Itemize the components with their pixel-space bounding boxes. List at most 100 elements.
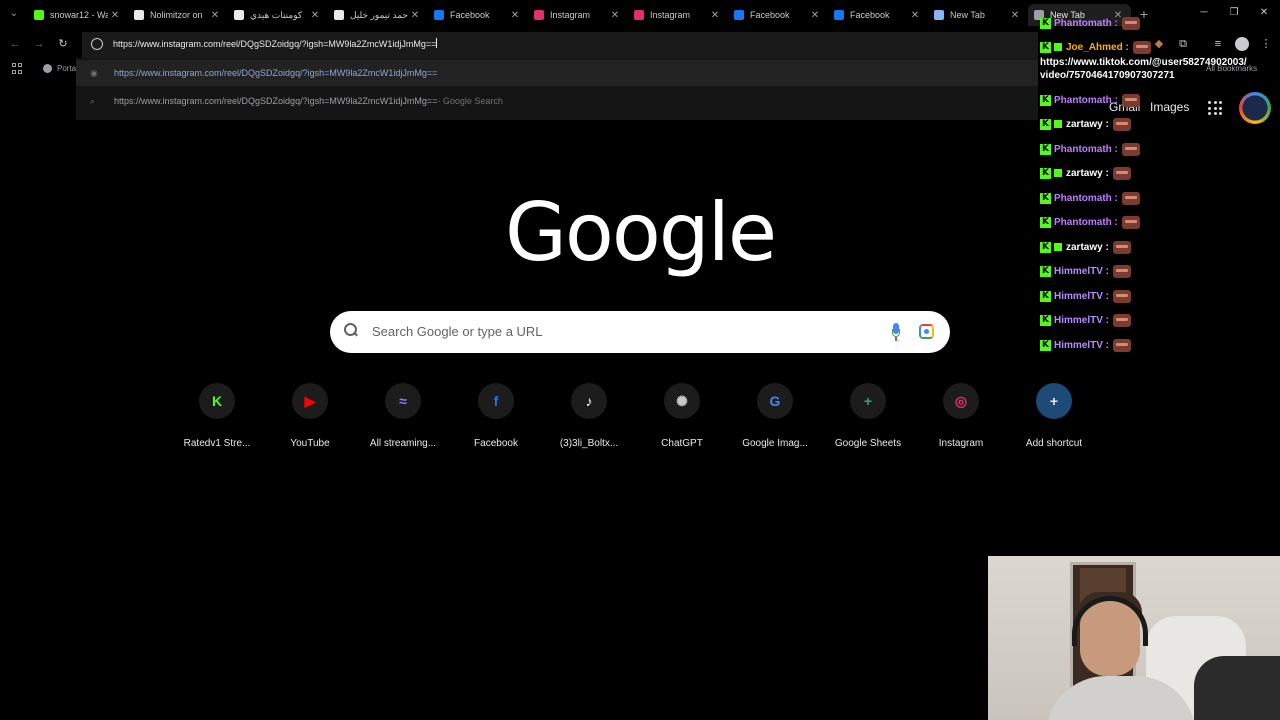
shortcut-tile[interactable]: K Ratedv1 Stre... — [170, 380, 264, 460]
chat-username: HimmelTV : — [1054, 314, 1110, 326]
tab-close-icon[interactable]: ✕ — [208, 10, 222, 21]
shortcut-tile[interactable]: ◎ Instagram — [914, 380, 1008, 460]
tab-9[interactable]: Facebook ✕ — [828, 4, 928, 26]
shortcut-favicon-icon: ≈ — [385, 383, 421, 419]
tab-8[interactable]: Facebook ✕ — [728, 4, 828, 26]
tab-7[interactable]: Instagram ✕ — [628, 4, 728, 26]
chat-username: HimmelTV : — [1054, 290, 1110, 302]
tab-favicon-icon — [334, 10, 344, 20]
tiktok-link-overlay: https://www.tiktok.com/@user58274902003/… — [1040, 56, 1247, 82]
account-avatar[interactable] — [1239, 92, 1271, 124]
tab-3[interactable]: كومنتات هيدي ✕ — [228, 4, 328, 26]
chat-badge-icon — [1054, 120, 1062, 128]
media-controls-icon[interactable]: ≡ — [1211, 37, 1225, 51]
tiktok-link-line-2: video/7570464170907307271 — [1040, 70, 1175, 81]
tab-title: Instagram — [550, 10, 591, 20]
tab-favicon-icon — [134, 10, 144, 20]
shortcut-tile[interactable]: + Google Sheets — [821, 380, 915, 460]
chat-message: K HimmelTV : — [1040, 336, 1132, 354]
chat-emote-icon — [1112, 240, 1131, 254]
chat-message: K Phantomath : — [1040, 213, 1140, 231]
tab-close-icon[interactable]: ✕ — [308, 10, 322, 21]
shortcut-tile[interactable]: + Add shortcut — [1007, 380, 1101, 460]
chat-username: Joe_Ahmed : — [1066, 41, 1129, 53]
chat-emote-icon — [1113, 313, 1132, 327]
chat-message: K HimmelTV : — [1040, 311, 1132, 329]
chat-emote-icon — [1112, 166, 1131, 180]
chat-username: HimmelTV : — [1054, 339, 1110, 351]
shortcut-tile[interactable]: f Facebook — [449, 380, 543, 460]
omnibox-dropdown: ◉ https://www.instagram.com/reel/DQgSDZo… — [76, 58, 1038, 120]
chat-message: K Phantomath : — [1040, 91, 1140, 109]
shortcut-tile[interactable]: ▶ YouTube — [263, 380, 357, 460]
tab-title: Facebook — [750, 10, 790, 20]
shortcut-label: (3)3li_Boltx... — [559, 438, 619, 449]
tab-1[interactable]: snowar12 - Wa ✕ — [28, 4, 128, 26]
address-bar-text[interactable]: https://www.instagram.com/reel/DQgSDZoid… — [113, 38, 438, 49]
tab-close-icon[interactable]: ✕ — [1008, 10, 1022, 21]
site-info-icon[interactable] — [91, 38, 103, 50]
chat-emote-icon — [1132, 40, 1151, 54]
tab-5[interactable]: Facebook ✕ — [428, 4, 528, 26]
google-lens-icon[interactable] — [919, 324, 934, 339]
google-apps-icon[interactable] — [1208, 101, 1222, 115]
reload-button[interactable]: ↻ — [56, 37, 70, 51]
ntp-search-box[interactable]: Search Google or type a URL — [330, 311, 950, 353]
menu-kebab-icon[interactable]: ⋮ — [1259, 37, 1273, 51]
chat-username: Phantomath : — [1054, 216, 1118, 228]
address-bar[interactable]: https://www.instagram.com/reel/DQgSDZoid… — [82, 32, 1038, 58]
tab-search-chevron-icon[interactable]: ⌄ — [6, 6, 22, 22]
tab-2[interactable]: Nolimitzor on ✕ — [128, 4, 228, 26]
chat-emote-icon — [1121, 142, 1140, 156]
shortcut-tile[interactable]: ♪ (3)3li_Boltx... — [542, 380, 636, 460]
tab-close-icon[interactable]: ✕ — [408, 10, 422, 21]
chat-username: HimmelTV : — [1054, 265, 1110, 277]
back-button[interactable]: ← — [8, 37, 22, 51]
suggestion-url-text: https://www.instagram.com/reel/DQgSDZoid… — [114, 68, 438, 78]
tab-close-icon[interactable]: ✕ — [508, 10, 522, 21]
chat-message: K Joe_Ahmed : — [1040, 38, 1151, 56]
suggestion-url[interactable]: ◉ https://www.instagram.com/reel/DQgSDZo… — [76, 60, 1038, 86]
kick-logo-icon: K — [1040, 17, 1051, 29]
chat-message: K Phantomath : — [1040, 140, 1140, 158]
chat-emote-icon — [1113, 264, 1132, 278]
kick-logo-icon: K — [1040, 143, 1051, 155]
chat-message: K Phantomath : — [1040, 189, 1140, 207]
shortcut-favicon-icon: ▶ — [292, 383, 328, 419]
tab-close-icon[interactable]: ✕ — [808, 10, 822, 21]
tab-close-icon[interactable]: ✕ — [708, 10, 722, 21]
tab-10[interactable]: New Tab ✕ — [928, 4, 1028, 26]
tab-title: Facebook — [450, 10, 490, 20]
profile-avatar-icon[interactable] — [1235, 37, 1249, 51]
restore-icon[interactable]: ❐ — [1227, 7, 1241, 18]
tab-close-icon[interactable]: ✕ — [608, 10, 622, 21]
microphone-icon[interactable] — [892, 323, 900, 341]
images-link[interactable]: Images — [1150, 100, 1189, 114]
shortcut-tile[interactable]: ≈ All streaming... — [356, 380, 450, 460]
shortcut-tile[interactable]: G Google Imag... — [728, 380, 822, 460]
tab-title: Facebook — [850, 10, 890, 20]
tab-close-icon[interactable]: ✕ — [108, 10, 122, 21]
shortcut-tile[interactable]: ✺ ChatGPT — [635, 380, 729, 460]
tab-close-icon[interactable]: ✕ — [908, 10, 922, 21]
tab-favicon-icon — [34, 10, 44, 20]
extension-icon[interactable]: ◆ — [1152, 37, 1166, 51]
chat-badge-icon — [1054, 43, 1062, 51]
apps-icon[interactable] — [12, 63, 23, 74]
kick-logo-icon: K — [1040, 265, 1051, 277]
tab-6[interactable]: Instagram ✕ — [528, 4, 628, 26]
extensions-puzzle-icon[interactable]: ⧉ — [1176, 37, 1190, 51]
tab-favicon-icon — [534, 10, 544, 20]
shortcut-favicon-icon: K — [199, 383, 235, 419]
minimize-icon[interactable]: ─ — [1197, 7, 1211, 18]
chat-badge-icon — [1054, 169, 1062, 177]
tab-4[interactable]: أحمد تيمور خليل ✕ — [328, 4, 428, 26]
bookmark-favicon-icon — [43, 64, 52, 73]
close-window-icon[interactable]: ✕ — [1257, 7, 1271, 18]
suggestion-search[interactable]: ⌕ https://www.instagram.com/reel/DQgSDZo… — [76, 88, 1038, 114]
shortcut-label: Google Imag... — [742, 438, 808, 449]
forward-button[interactable]: → — [32, 37, 46, 51]
tab-title: snowar12 - Wa — [50, 10, 108, 20]
tab-favicon-icon — [934, 10, 944, 20]
tab-list: snowar12 - Wa ✕ Nolimitzor on ✕ كومنتات هيدي… — [28, 4, 1131, 26]
